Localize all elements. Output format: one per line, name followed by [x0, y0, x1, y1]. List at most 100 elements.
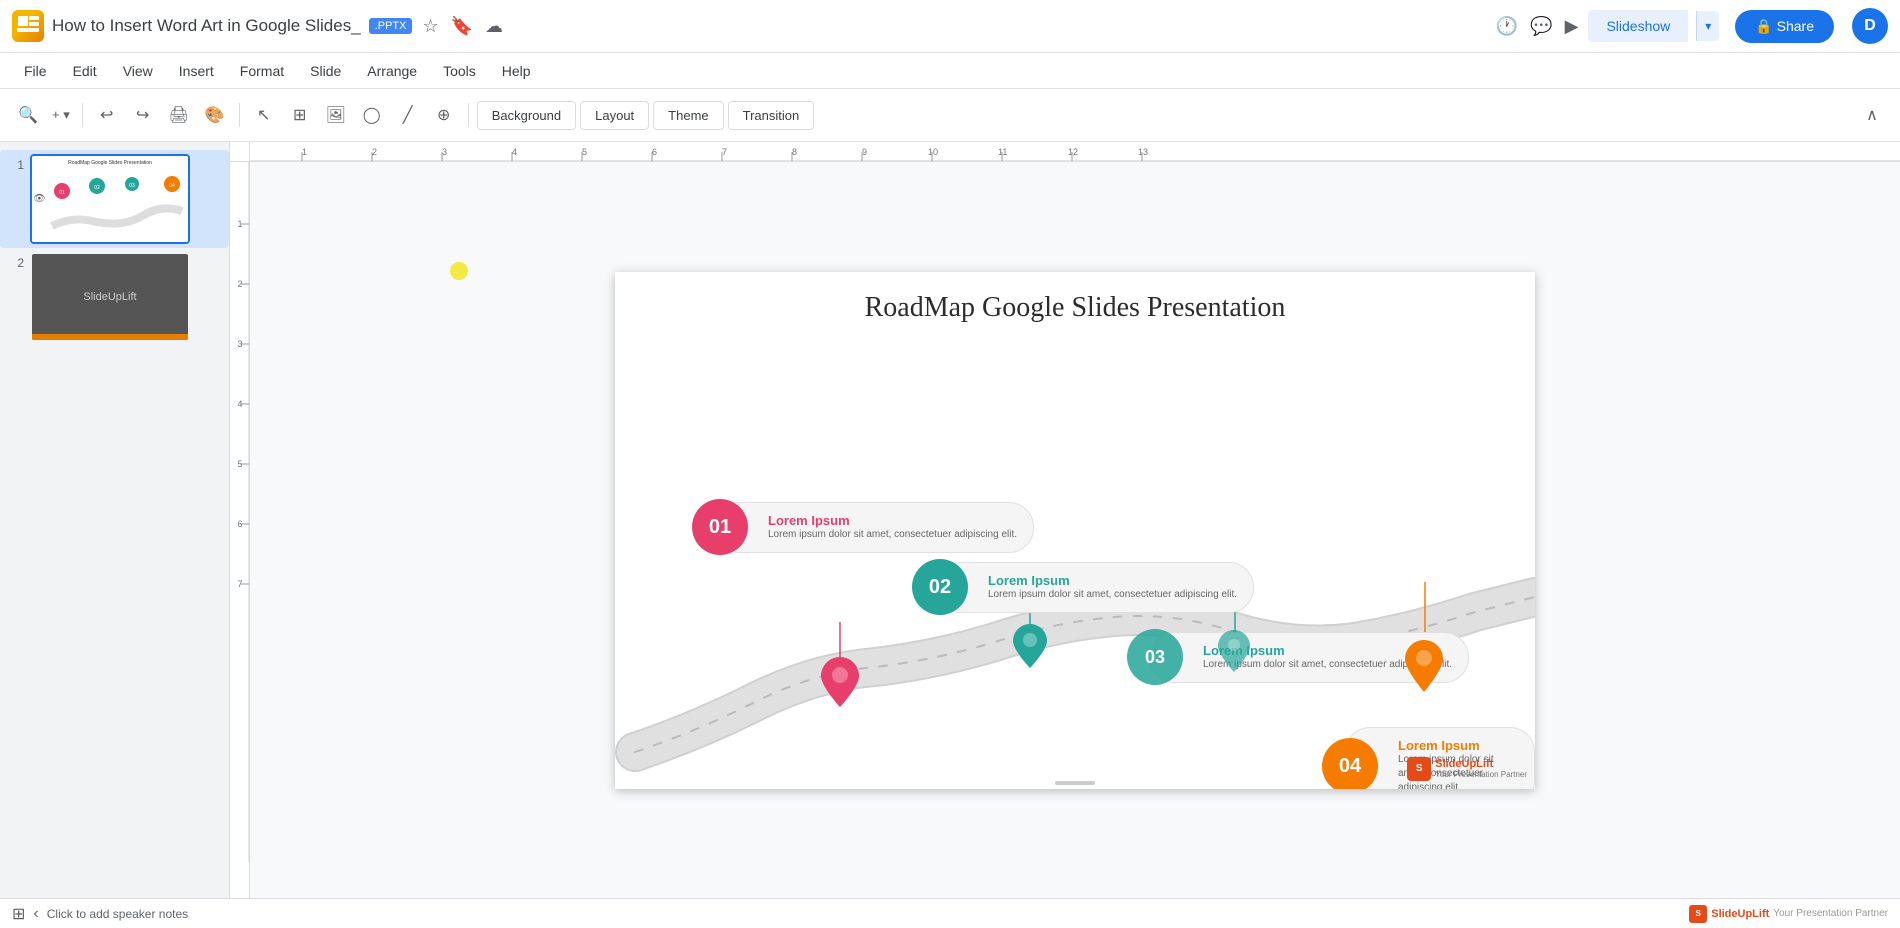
footer-logo-tagline: Your Presentation Partner: [1773, 908, 1888, 919]
vertical-ruler: 1 2 3 4 5 6 7: [230, 162, 250, 898]
svg-text:04: 04: [169, 183, 175, 189]
svg-text:01: 01: [59, 190, 65, 196]
watermark-name: SlideUpLift: [1435, 758, 1527, 770]
menu-bar: File Edit View Insert Format Slide Arran…: [0, 53, 1900, 89]
toolbar-sep-1: [82, 103, 83, 127]
slide-canvas[interactable]: RoadMap Google Slides Presentation: [615, 272, 1535, 789]
menu-insert[interactable]: Insert: [167, 59, 226, 83]
pin-title-2: Lorem Ipsum: [988, 573, 1237, 588]
insert-button[interactable]: ⊕: [428, 99, 460, 131]
line-button[interactable]: ╱: [392, 99, 424, 131]
svg-text:02: 02: [94, 185, 100, 191]
paint-button[interactable]: 🎨: [199, 99, 231, 131]
slideuplift-footer: S SlideUpLift Your Presentation Partner: [1689, 905, 1888, 923]
toolbar-sep-2: [239, 103, 240, 127]
svg-text:4: 4: [512, 147, 517, 157]
shapes-button[interactable]: ◯: [356, 99, 388, 131]
ruler-row: 1 2 3 4 5 6 7 8 9: [230, 142, 1900, 162]
menu-format[interactable]: Format: [228, 59, 296, 83]
menu-tools[interactable]: Tools: [431, 59, 488, 83]
svg-text:9: 9: [862, 147, 867, 157]
toolbar-sep-3: [468, 103, 469, 127]
print-button[interactable]: 🖨: [163, 99, 195, 131]
pin-circle-4: 04: [1322, 738, 1378, 789]
image-button[interactable]: 🖼: [320, 99, 352, 131]
ruler-corner: [230, 142, 250, 162]
bottom-bar: ⊞ ‹ Click to add speaker notes S SlideUp…: [0, 898, 1900, 928]
pin-circle-1: 01: [692, 499, 748, 555]
slide-num-1: 1: [8, 158, 24, 172]
slideshow-button[interactable]: Slideshow: [1588, 10, 1688, 42]
scroll-indicator: [1055, 781, 1095, 785]
collapse-button[interactable]: ∧: [1856, 99, 1888, 131]
slide-thumb-2[interactable]: 2 SlideUpLift: [0, 248, 229, 346]
svg-text:2: 2: [372, 147, 377, 157]
location-pin-2: [1013, 624, 1047, 673]
cursor-indicator: [450, 262, 468, 280]
star-icon[interactable]: ☆: [422, 16, 438, 37]
share-button[interactable]: 🔒 Share: [1735, 10, 1834, 43]
cloud-icon[interactable]: ☁: [485, 16, 503, 37]
cursor-button[interactable]: ↖: [248, 99, 280, 131]
pin-card-2: 02 Lorem Ipsum Lorem ipsum dolor sit ame…: [935, 562, 1254, 613]
history-icon[interactable]: 🕐: [1496, 16, 1518, 37]
menu-view[interactable]: View: [111, 59, 165, 83]
svg-text:11: 11: [998, 147, 1007, 157]
svg-text:1: 1: [302, 147, 307, 157]
comment-icon[interactable]: 💬: [1530, 16, 1552, 37]
watermark: S SlideUpLift Your Presentation Partner: [1407, 757, 1527, 781]
svg-text:13: 13: [1138, 147, 1148, 157]
watermark-tagline: Your Presentation Partner: [1435, 770, 1527, 779]
pin-text-1: Lorem ipsum dolor sit amet, consectetuer…: [768, 528, 1017, 542]
menu-file[interactable]: File: [12, 59, 59, 83]
zoom-button[interactable]: + ▾: [48, 99, 74, 131]
pin-circle-3: 03: [1127, 629, 1183, 685]
speaker-notes[interactable]: Click to add speaker notes: [47, 907, 1682, 921]
background-button[interactable]: Background: [477, 101, 576, 130]
svg-text:12: 12: [1068, 147, 1078, 157]
menu-edit[interactable]: Edit: [61, 59, 109, 83]
location-pin-4: [1405, 640, 1443, 697]
present-icon[interactable]: ▶: [1565, 16, 1579, 37]
transition-button[interactable]: Transition: [728, 101, 815, 130]
slide-panel: 1 RoadMap Google Slides Presentation 01 …: [0, 142, 230, 898]
select-button[interactable]: ⊞: [284, 99, 316, 131]
avatar[interactable]: D: [1852, 8, 1888, 44]
pin-card-1: 01 Lorem Ipsum Lorem ipsum dolor sit ame…: [715, 502, 1034, 553]
undo-button[interactable]: ↩: [91, 99, 123, 131]
theme-button[interactable]: Theme: [653, 101, 723, 130]
layout-button[interactable]: Layout: [580, 101, 649, 130]
menu-arrange[interactable]: Arrange: [355, 59, 429, 83]
lock-icon: 🔒: [1755, 18, 1772, 34]
toolbar: 🔍 + ▾ ↩ ↪ 🖨 🎨 ↖ ⊞ 🖼 ◯ ╱ ⊕ Background Lay…: [0, 89, 1900, 142]
slide-thumb-1[interactable]: 1 RoadMap Google Slides Presentation 01 …: [0, 150, 229, 248]
grid-icon[interactable]: ⊞: [12, 904, 25, 924]
search-button[interactable]: 🔍: [12, 99, 44, 131]
svg-text:3: 3: [442, 147, 447, 157]
slide-container[interactable]: RoadMap Google Slides Presentation: [250, 162, 1900, 898]
doc-title: How to Insert Word Art in Google Slides_: [52, 16, 361, 36]
horizontal-ruler: 1 2 3 4 5 6 7 8 9: [250, 142, 1900, 162]
pin-title-1: Lorem Ipsum: [768, 513, 1017, 528]
svg-text:7: 7: [722, 147, 727, 157]
svg-text:10: 10: [928, 147, 938, 157]
canvas-with-ruler: 1 2 3 4 5 6 7: [230, 162, 1900, 898]
menu-help[interactable]: Help: [490, 59, 543, 83]
slide2-label: SlideUpLift: [83, 291, 136, 303]
bookmark-icon[interactable]: 🔖: [451, 16, 473, 37]
app-icon: [12, 10, 44, 42]
footer-logo-name: SlideUpLift: [1711, 908, 1769, 920]
slide-num-2: 2: [8, 256, 24, 270]
location-pin-1: [821, 657, 859, 712]
location-pin-3: [1218, 630, 1250, 677]
slideshow-dropdown[interactable]: ▾: [1696, 11, 1719, 41]
svg-text:8: 8: [792, 147, 797, 157]
file-badge: .PPTX: [369, 18, 413, 34]
footer-logo-icon: S: [1689, 905, 1707, 923]
sidebar-collapse-icon[interactable]: ‹: [33, 905, 38, 923]
svg-text:6: 6: [652, 147, 657, 157]
menu-slide[interactable]: Slide: [298, 59, 353, 83]
pin-text-2: Lorem ipsum dolor sit amet, consectetuer…: [988, 588, 1237, 602]
pin-title-4: Lorem Ipsum: [1398, 738, 1518, 753]
redo-button[interactable]: ↪: [127, 99, 159, 131]
